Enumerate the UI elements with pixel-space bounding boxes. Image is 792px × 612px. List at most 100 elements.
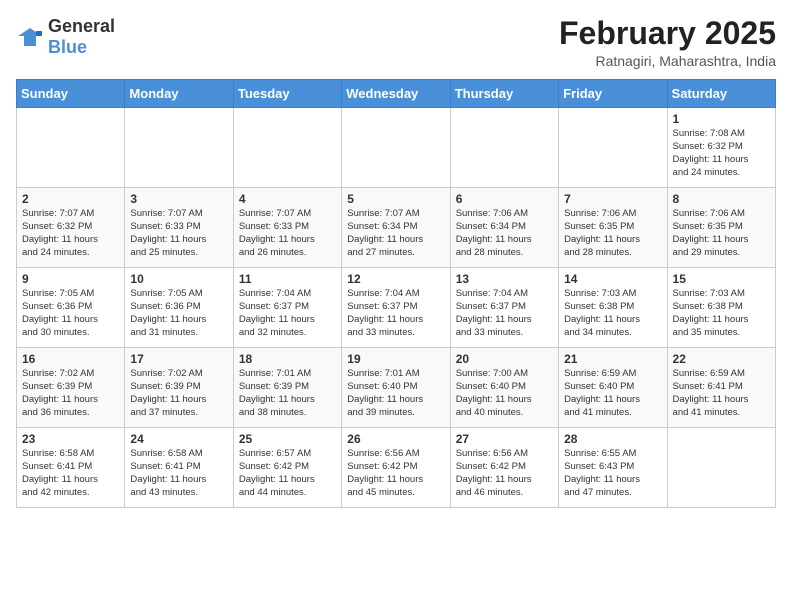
calendar-cell [342, 108, 450, 188]
day-info: Sunrise: 7:01 AM Sunset: 6:39 PM Dayligh… [239, 368, 336, 419]
day-number: 2 [22, 192, 119, 206]
day-number: 6 [456, 192, 553, 206]
day-number: 9 [22, 272, 119, 286]
calendar-cell: 18 Sunrise: 7:01 AM Sunset: 6:39 PM Dayli… [233, 348, 341, 428]
title-area: February 2025 Ratnagiri, Maharashtra, In… [559, 16, 776, 69]
subtitle: Ratnagiri, Maharashtra, India [559, 53, 776, 69]
week-row-1: 1Sunrise: 7:08 AM Sunset: 6:32 PM Daylig… [17, 108, 776, 188]
day-header-friday: Friday [559, 80, 667, 108]
day-info: Sunrise: 7:07 AM Sunset: 6:34 PM Dayligh… [347, 208, 444, 259]
day-number: 7 [564, 192, 661, 206]
calendar-cell: 5 Sunrise: 7:07 AM Sunset: 6:34 PM Daylig… [342, 188, 450, 268]
calendar-cell [450, 108, 558, 188]
day-info: Sunrise: 7:07 AM Sunset: 6:33 PM Dayligh… [239, 208, 336, 259]
day-info: Sunrise: 6:58 AM Sunset: 6:41 PM Dayligh… [130, 448, 227, 499]
day-number: 8 [673, 192, 770, 206]
day-info: Sunrise: 6:58 AM Sunset: 6:41 PM Dayligh… [22, 448, 119, 499]
day-number: 12 [347, 272, 444, 286]
week-row-4: 16Sunrise: 7:02 AM Sunset: 6:39 PM Dayli… [17, 348, 776, 428]
calendar-cell: 28 Sunrise: 6:55 AM Sunset: 6:43 PM Dayli… [559, 428, 667, 508]
day-info: Sunrise: 7:04 AM Sunset: 6:37 PM Dayligh… [456, 288, 553, 339]
calendar-cell [17, 108, 125, 188]
day-number: 5 [347, 192, 444, 206]
calendar-cell: 4 Sunrise: 7:07 AM Sunset: 6:33 PM Daylig… [233, 188, 341, 268]
day-number: 26 [347, 432, 444, 446]
day-info: Sunrise: 6:55 AM Sunset: 6:43 PM Dayligh… [564, 448, 661, 499]
calendar-cell: 10 Sunrise: 7:05 AM Sunset: 6:36 PM Dayli… [125, 268, 233, 348]
calendar-cell [667, 428, 775, 508]
calendar-cell [233, 108, 341, 188]
calendar-cell: 3 Sunrise: 7:07 AM Sunset: 6:33 PM Daylig… [125, 188, 233, 268]
day-header-monday: Monday [125, 80, 233, 108]
day-number: 18 [239, 352, 336, 366]
calendar-cell: 14 Sunrise: 7:03 AM Sunset: 6:38 PM Dayli… [559, 268, 667, 348]
logo-icon [16, 26, 44, 48]
day-number: 20 [456, 352, 553, 366]
calendar-cell: 20Sunrise: 7:00 AM Sunset: 6:40 PM Dayli… [450, 348, 558, 428]
logo-blue: Blue [48, 37, 87, 57]
calendar-cell: 9 Sunrise: 7:05 AM Sunset: 6:36 PM Daylig… [17, 268, 125, 348]
logo-general: General [48, 16, 115, 36]
day-number: 3 [130, 192, 227, 206]
day-info: Sunrise: 6:56 AM Sunset: 6:42 PM Dayligh… [347, 448, 444, 499]
calendar-cell: 21 Sunrise: 6:59 AM Sunset: 6:40 PM Dayli… [559, 348, 667, 428]
calendar-cell [559, 108, 667, 188]
day-info: Sunrise: 7:07 AM Sunset: 6:32 PM Dayligh… [22, 208, 119, 259]
calendar-cell: 7 Sunrise: 7:06 AM Sunset: 6:35 PM Daylig… [559, 188, 667, 268]
day-info: Sunrise: 7:04 AM Sunset: 6:37 PM Dayligh… [239, 288, 336, 339]
week-row-5: 23 Sunrise: 6:58 AM Sunset: 6:41 PM Dayli… [17, 428, 776, 508]
day-number: 21 [564, 352, 661, 366]
day-info: Sunrise: 7:03 AM Sunset: 6:38 PM Dayligh… [673, 288, 770, 339]
calendar-table: SundayMondayTuesdayWednesdayThursdayFrid… [16, 79, 776, 508]
day-number: 14 [564, 272, 661, 286]
day-header-wednesday: Wednesday [342, 80, 450, 108]
calendar-cell: 6 Sunrise: 7:06 AM Sunset: 6:34 PM Daylig… [450, 188, 558, 268]
day-number: 28 [564, 432, 661, 446]
day-info: Sunrise: 7:02 AM Sunset: 6:39 PM Dayligh… [22, 368, 119, 419]
calendar-cell: 24 Sunrise: 6:58 AM Sunset: 6:41 PM Dayli… [125, 428, 233, 508]
calendar-cell: 26 Sunrise: 6:56 AM Sunset: 6:42 PM Dayli… [342, 428, 450, 508]
day-header-saturday: Saturday [667, 80, 775, 108]
day-info: Sunrise: 7:06 AM Sunset: 6:35 PM Dayligh… [673, 208, 770, 259]
day-number: 23 [22, 432, 119, 446]
day-info: Sunrise: 7:01 AM Sunset: 6:40 PM Dayligh… [347, 368, 444, 419]
calendar-cell: 15Sunrise: 7:03 AM Sunset: 6:38 PM Dayli… [667, 268, 775, 348]
day-header-tuesday: Tuesday [233, 80, 341, 108]
calendar-cell: 25 Sunrise: 6:57 AM Sunset: 6:42 PM Dayli… [233, 428, 341, 508]
calendar-cell: 19 Sunrise: 7:01 AM Sunset: 6:40 PM Dayli… [342, 348, 450, 428]
day-number: 25 [239, 432, 336, 446]
day-number: 17 [130, 352, 227, 366]
day-number: 27 [456, 432, 553, 446]
day-info: Sunrise: 7:05 AM Sunset: 6:36 PM Dayligh… [130, 288, 227, 339]
main-title: February 2025 [559, 16, 776, 51]
calendar-cell: 12Sunrise: 7:04 AM Sunset: 6:37 PM Dayli… [342, 268, 450, 348]
calendar-cell: 16Sunrise: 7:02 AM Sunset: 6:39 PM Dayli… [17, 348, 125, 428]
day-number: 19 [347, 352, 444, 366]
day-info: Sunrise: 7:03 AM Sunset: 6:38 PM Dayligh… [564, 288, 661, 339]
calendar-cell [125, 108, 233, 188]
day-info: Sunrise: 6:57 AM Sunset: 6:42 PM Dayligh… [239, 448, 336, 499]
day-info: Sunrise: 7:06 AM Sunset: 6:35 PM Dayligh… [564, 208, 661, 259]
day-number: 1 [673, 112, 770, 126]
calendar-cell: 17 Sunrise: 7:02 AM Sunset: 6:39 PM Dayli… [125, 348, 233, 428]
day-info: Sunrise: 7:07 AM Sunset: 6:33 PM Dayligh… [130, 208, 227, 259]
day-number: 4 [239, 192, 336, 206]
calendar-cell: 13Sunrise: 7:04 AM Sunset: 6:37 PM Dayli… [450, 268, 558, 348]
day-info: Sunrise: 6:59 AM Sunset: 6:41 PM Dayligh… [673, 368, 770, 419]
day-info: Sunrise: 6:59 AM Sunset: 6:40 PM Dayligh… [564, 368, 661, 419]
day-number: 22 [673, 352, 770, 366]
day-header-sunday: Sunday [17, 80, 125, 108]
week-row-3: 9 Sunrise: 7:05 AM Sunset: 6:36 PM Daylig… [17, 268, 776, 348]
header: General Blue February 2025 Ratnagiri, Ma… [16, 16, 776, 69]
header-row: SundayMondayTuesdayWednesdayThursdayFrid… [17, 80, 776, 108]
day-info: Sunrise: 7:05 AM Sunset: 6:36 PM Dayligh… [22, 288, 119, 339]
calendar-cell: 8 Sunrise: 7:06 AM Sunset: 6:35 PM Daylig… [667, 188, 775, 268]
calendar-cell: 27 Sunrise: 6:56 AM Sunset: 6:42 PM Dayli… [450, 428, 558, 508]
day-number: 24 [130, 432, 227, 446]
calendar-cell: 22 Sunrise: 6:59 AM Sunset: 6:41 PM Dayli… [667, 348, 775, 428]
day-info: Sunrise: 6:56 AM Sunset: 6:42 PM Dayligh… [456, 448, 553, 499]
calendar-cell: 2 Sunrise: 7:07 AM Sunset: 6:32 PM Daylig… [17, 188, 125, 268]
day-info: Sunrise: 7:06 AM Sunset: 6:34 PM Dayligh… [456, 208, 553, 259]
day-number: 10 [130, 272, 227, 286]
day-info: Sunrise: 7:02 AM Sunset: 6:39 PM Dayligh… [130, 368, 227, 419]
